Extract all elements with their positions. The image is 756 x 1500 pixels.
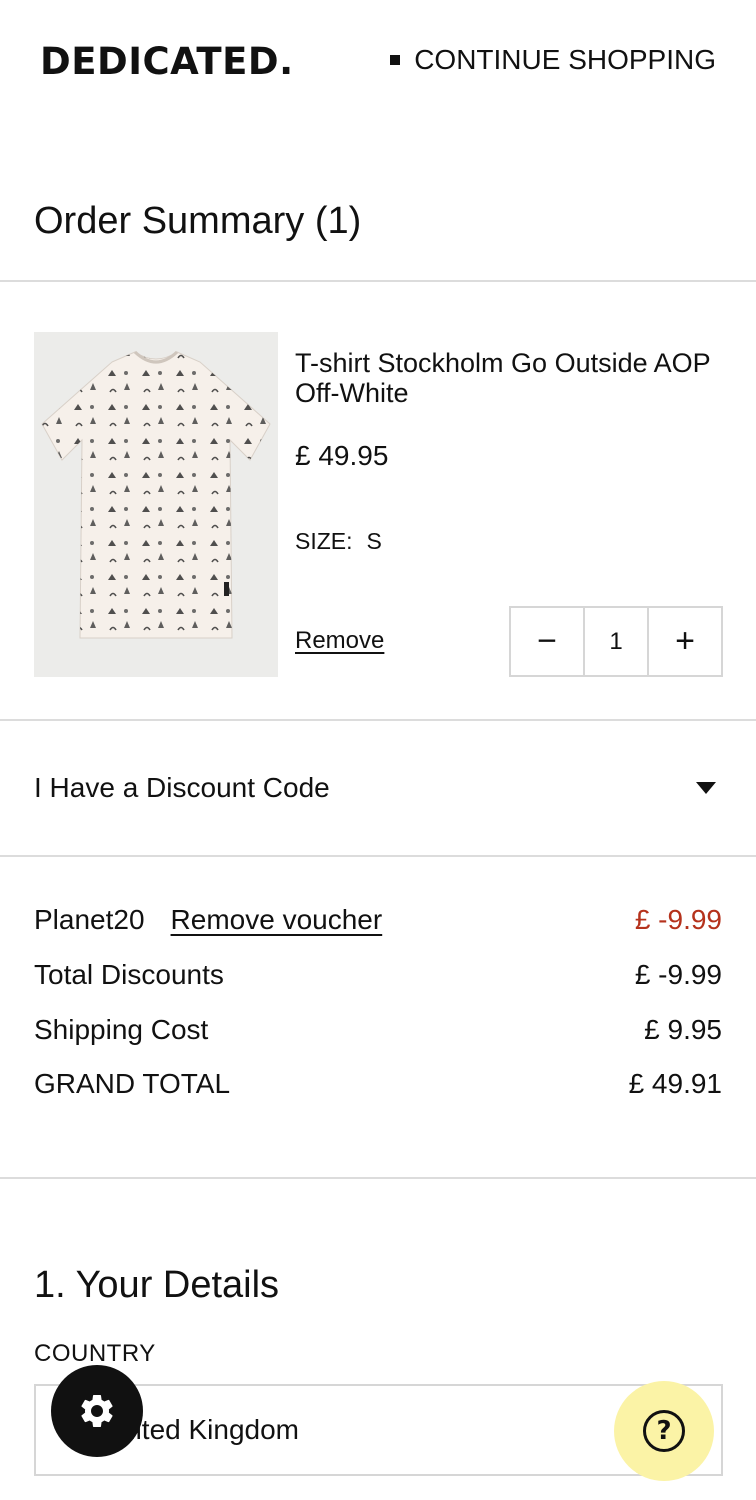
voucher-amount: £ -9.99 xyxy=(634,904,722,935)
country-label: COUNTRY xyxy=(34,1340,156,1367)
grand-total-label: GRAND TOTAL xyxy=(34,1068,231,1099)
help-button[interactable]: ? xyxy=(614,1381,714,1481)
order-summary-title: Order Summary (1) xyxy=(34,200,362,242)
total-discounts-label: Total Discounts xyxy=(34,959,224,990)
total-discounts-value: £ -9.99 xyxy=(634,959,722,990)
product-size: SIZE: S xyxy=(295,528,382,555)
country-value: nited Kingdom xyxy=(120,1414,300,1445)
remove-voucher-link[interactable]: Remove voucher xyxy=(171,904,383,936)
discount-code-toggle[interactable]: I Have a Discount Code xyxy=(34,768,722,808)
header: DEDICATED. CONTINUE SHOPPING xyxy=(0,0,756,120)
divider xyxy=(0,280,756,282)
shipping-value: £ 9.95 xyxy=(644,1014,722,1045)
voucher-row: Planet20 Remove voucher £ -9.99 xyxy=(34,904,722,936)
divider xyxy=(0,719,756,721)
grand-total-row: GRAND TOTAL £ 49.91 xyxy=(34,1068,722,1100)
total-discounts-row: Total Discounts £ -9.99 xyxy=(34,959,722,991)
size-label: SIZE: xyxy=(295,528,353,554)
question-icon: ? xyxy=(643,1410,685,1452)
plus-icon: + xyxy=(675,622,695,660)
shipping-row: Shipping Cost £ 9.95 xyxy=(34,1014,722,1046)
discount-code-label: I Have a Discount Code xyxy=(34,772,330,803)
continue-shopping-label: CONTINUE SHOPPING xyxy=(414,44,716,75)
divider xyxy=(0,855,756,857)
product-price: £ 49.95 xyxy=(295,440,389,471)
caret-down-icon xyxy=(696,782,716,794)
product-image[interactable] xyxy=(34,332,278,677)
voucher-code: Planet20 xyxy=(34,904,145,935)
gear-icon xyxy=(81,1395,113,1427)
quantity-value[interactable]: 1 xyxy=(583,608,649,675)
brand-logo[interactable]: DEDICATED. xyxy=(40,40,294,83)
size-value: S xyxy=(366,528,382,554)
minus-icon: − xyxy=(537,622,557,660)
continue-shopping-link[interactable]: CONTINUE SHOPPING xyxy=(390,44,716,76)
grand-total-value: £ 49.91 xyxy=(628,1068,722,1099)
divider xyxy=(0,1177,756,1179)
remove-item-link[interactable]: Remove xyxy=(295,627,384,655)
shipping-label: Shipping Cost xyxy=(34,1014,209,1045)
decrease-quantity-button[interactable]: − xyxy=(511,608,583,675)
product-name[interactable]: T-shirt Stockholm Go Outside AOP Off-Whi… xyxy=(295,348,715,408)
square-bullet-icon xyxy=(390,55,401,65)
quantity-stepper: − 1 + xyxy=(509,606,723,677)
your-details-title: 1. Your Details xyxy=(34,1264,280,1306)
help-glyph: ? xyxy=(656,1416,672,1446)
settings-button[interactable] xyxy=(51,1365,143,1457)
increase-quantity-button[interactable]: + xyxy=(649,608,721,675)
tshirt-icon xyxy=(41,350,271,639)
